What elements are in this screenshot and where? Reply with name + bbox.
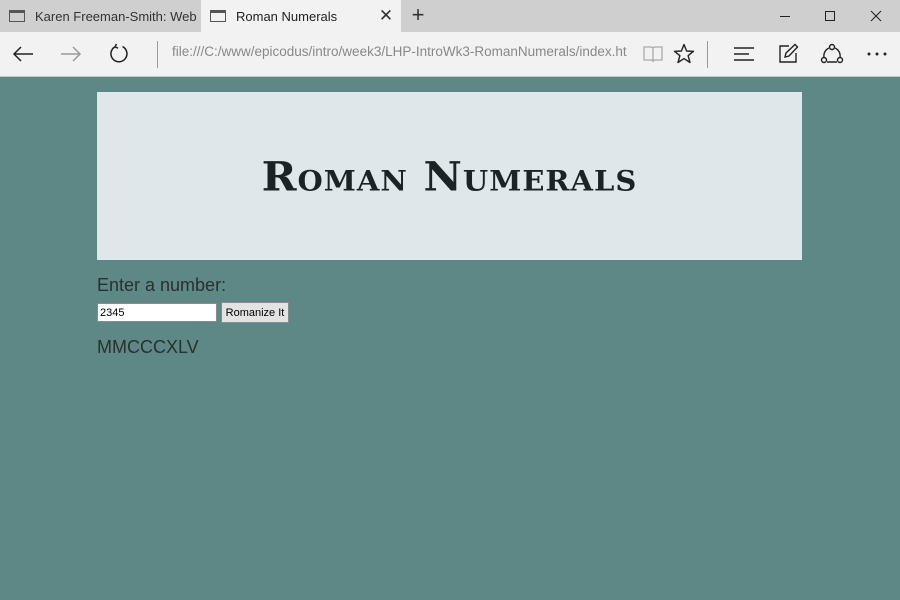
close-icon xyxy=(870,10,882,22)
number-prompt-label: Enter a number: xyxy=(97,275,227,295)
share-button[interactable] xyxy=(815,38,849,70)
address-toolbar: file:///C:/www/epicodus/intro/week3/LHP-… xyxy=(0,32,900,77)
hub-button[interactable] xyxy=(727,38,761,70)
romanize-button[interactable]: Romanize It xyxy=(221,302,289,323)
page-title: Roman Numerals xyxy=(261,152,638,200)
refresh-button[interactable] xyxy=(102,38,136,70)
forward-button[interactable] xyxy=(54,38,88,70)
star-icon xyxy=(673,43,695,64)
number-input[interactable] xyxy=(97,303,217,322)
tab-roman-numerals[interactable]: Roman Numerals ✕ xyxy=(201,0,401,32)
back-button[interactable] xyxy=(6,38,40,70)
toolbar-divider xyxy=(157,41,158,68)
share-icon xyxy=(820,43,844,64)
tab-karen-freeman-smith[interactable]: Karen Freeman-Smith: Web xyxy=(0,0,201,32)
more-button[interactable] xyxy=(860,38,894,70)
address-field[interactable]: file:///C:/www/epicodus/intro/week3/LHP-… xyxy=(172,44,627,64)
web-note-button[interactable] xyxy=(771,38,805,70)
reading-view-button[interactable] xyxy=(636,38,670,70)
page-icon xyxy=(9,10,25,22)
tab-title: Karen Freeman-Smith: Web xyxy=(35,8,197,24)
arrow-right-icon xyxy=(61,46,82,62)
minimize-button[interactable] xyxy=(762,0,808,32)
close-tab-icon[interactable]: ✕ xyxy=(371,6,401,26)
close-window-button[interactable] xyxy=(853,0,899,32)
maximize-button[interactable] xyxy=(807,0,853,32)
refresh-icon xyxy=(110,43,128,63)
minimize-icon xyxy=(780,16,790,17)
header-banner: Roman Numerals xyxy=(97,92,802,260)
page-content: Roman Numerals Enter a number: Romanize … xyxy=(0,78,900,600)
arrow-left-icon xyxy=(12,46,33,62)
tab-strip: Karen Freeman-Smith: Web Roman Numerals … xyxy=(0,0,900,32)
hub-icon xyxy=(734,47,754,61)
toolbar-divider xyxy=(707,41,708,68)
pen-icon xyxy=(779,43,799,63)
book-icon xyxy=(643,46,663,63)
more-icon xyxy=(867,52,887,56)
new-tab-button[interactable]: + xyxy=(403,0,433,32)
favorite-button[interactable] xyxy=(667,38,701,70)
maximize-icon xyxy=(825,11,835,21)
roman-numeral-result: MMCCCXLV xyxy=(97,337,199,357)
tab-title: Roman Numerals xyxy=(236,8,338,24)
page-icon xyxy=(210,10,226,22)
